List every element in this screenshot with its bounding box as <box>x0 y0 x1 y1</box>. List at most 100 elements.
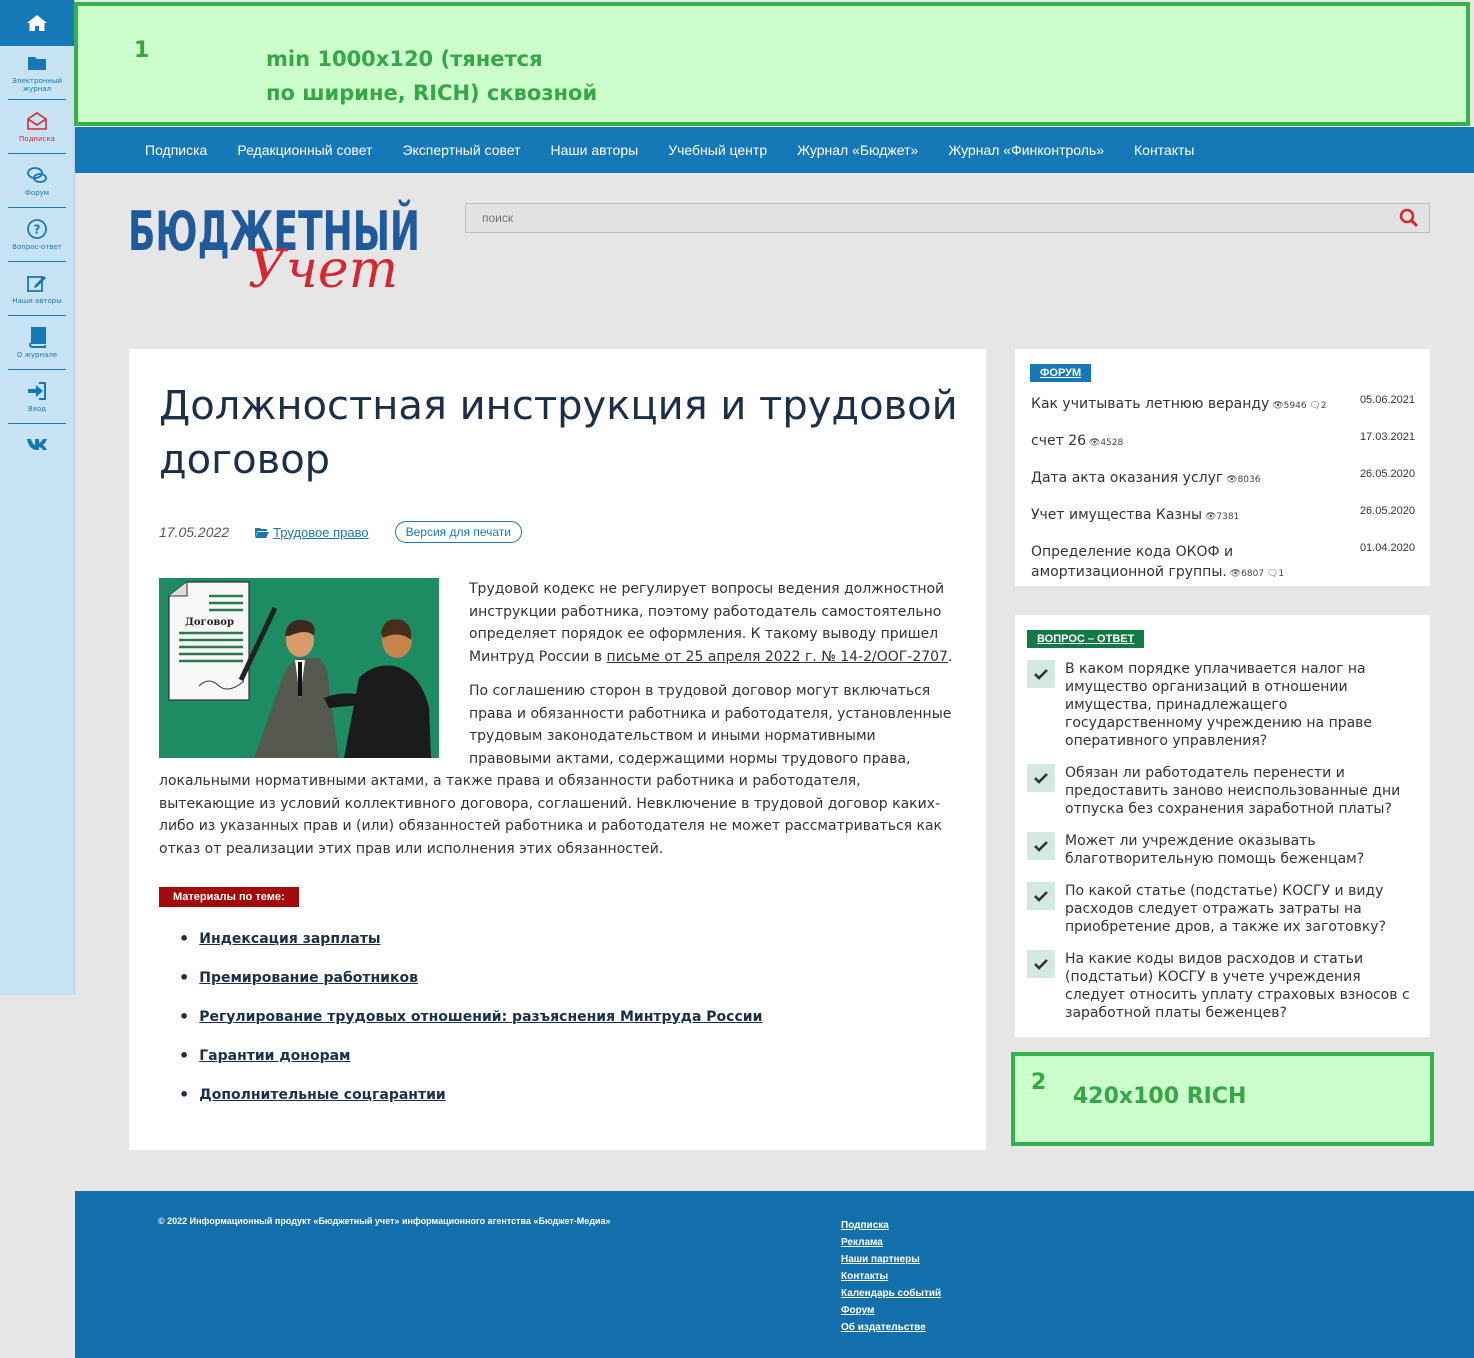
sidebar-item-subscription[interactable]: Подписка <box>8 100 66 154</box>
list-item: Наши партнеры <box>841 1251 941 1268</box>
list-item: Индексация зарплаты <box>179 929 762 948</box>
sidebar-item-login[interactable]: Вход <box>8 370 66 424</box>
footer-link[interactable]: Реклама <box>841 1237 883 1248</box>
sidebar-item-authors[interactable]: Наши авторы <box>8 262 66 316</box>
edit-icon <box>27 276 46 292</box>
eye-icon: 👁 <box>1088 438 1101 448</box>
nav-contacts[interactable]: Контакты <box>1134 142 1194 158</box>
forum-item[interactable]: Учет имущества Казны 👁7381 26.05.2020 <box>1031 505 1415 527</box>
related-link[interactable]: Индексация зарплаты <box>199 931 380 947</box>
related-link[interactable]: Дополнительные соцгарантии <box>199 1087 445 1103</box>
envelope-icon <box>27 112 47 130</box>
nav-journal-fincontrol[interactable]: Журнал «Финконтроль» <box>948 142 1104 158</box>
list-item: Контакты <box>841 1268 941 1285</box>
sidebar-item-forum[interactable]: Форум <box>8 154 66 208</box>
forum-title-text: Учет имущества Казны <box>1031 507 1203 523</box>
eye-icon: 👁 <box>1226 475 1238 485</box>
sidebar-item-qa[interactable]: ? Вопрос-ответ <box>8 208 66 262</box>
folder-open-icon <box>255 527 270 538</box>
view-count: 6807 <box>1241 569 1265 579</box>
home-icon <box>27 15 47 31</box>
side-ad-banner[interactable]: 2 420x100 RICH <box>1011 1052 1434 1146</box>
article-date: 17.05.2022 <box>159 524 230 540</box>
sidebar-item-label: О журнале <box>16 351 58 359</box>
qa-item[interactable]: На какие коды видов расходов и статьи (п… <box>1027 950 1415 1022</box>
vk-link[interactable] <box>8 424 66 464</box>
forum-widget: ФОРУМ Как учитывать летнюю веранду 👁5946… <box>1015 349 1430 586</box>
forum-item[interactable]: Дата акта оказания услуг 👁8036 26.05.2020 <box>1031 468 1415 490</box>
qa-item[interactable]: Обязан ли работодатель перенести и предо… <box>1027 764 1415 818</box>
nav-editorial-board[interactable]: Редакционный совет <box>237 142 372 158</box>
banner-text-line: по ширине, RICH) сквозной <box>266 81 598 105</box>
view-count: 5946 <box>1283 401 1307 411</box>
forum-item-date: 17.03.2021 <box>1359 431 1415 443</box>
search-icon <box>1399 208 1419 228</box>
list-item: Подписка <box>841 1217 941 1234</box>
related-link[interactable]: Регулирование трудовых отношений: разъяс… <box>199 1009 762 1025</box>
footer-link[interactable]: Календарь событий <box>841 1288 941 1299</box>
related-materials-label: Материалы по теме: <box>159 887 299 907</box>
related-materials-list: Индексация зарплаты Премирование работни… <box>179 929 762 1124</box>
home-button[interactable] <box>0 0 74 46</box>
forum-stats: 👁4528 <box>1086 438 1123 448</box>
site-logo[interactable]: БЮДЖЕТНЫЙ Учет <box>128 192 428 302</box>
folder-icon <box>28 57 46 70</box>
search-input[interactable] <box>466 211 1389 225</box>
login-icon <box>28 382 46 400</box>
check-icon <box>1027 764 1055 792</box>
qa-tag[interactable]: ВОПРОС – ОТВЕТ <box>1027 630 1145 648</box>
nav-journal-budget[interactable]: Журнал «Бюджет» <box>797 142 918 158</box>
footer-link[interactable]: Наши партнеры <box>841 1254 920 1265</box>
eye-icon: 👁 <box>1204 512 1217 522</box>
paragraph-text: . <box>947 648 953 665</box>
book-icon <box>29 327 46 348</box>
qa-item[interactable]: В каком порядке уплачивается налог на им… <box>1027 660 1415 750</box>
search-button[interactable] <box>1389 204 1429 232</box>
footer-link[interactable]: Об издательстве <box>841 1322 926 1333</box>
forum-tag[interactable]: ФОРУМ <box>1030 364 1092 382</box>
banner-number: 1 <box>134 38 150 63</box>
top-ad-banner[interactable]: 1 min 1000x120 (тянется по ширине, RICH)… <box>74 2 1470 126</box>
forum-item-title: счет 26 👁4528 <box>1031 431 1331 453</box>
nav-authors[interactable]: Наши авторы <box>551 142 639 158</box>
forum-item-date: 05.06.2021 <box>1359 394 1415 406</box>
nav-expert-board[interactable]: Экспертный совет <box>402 142 520 158</box>
related-link[interactable]: Гарантии донорам <box>199 1048 350 1064</box>
article: Должностная инструкция и трудовой догово… <box>129 349 986 1150</box>
list-item: Гарантии донорам <box>179 1046 762 1065</box>
logo-word-2: Учет <box>248 240 398 300</box>
forum-stats: 👁5946 🗨2 <box>1269 401 1326 411</box>
sidebar-item-label: Электронный журнал <box>12 77 62 93</box>
qa-question: На какие коды видов расходов и статьи (п… <box>1065 951 1410 1021</box>
nav-training-center[interactable]: Учебный центр <box>668 142 767 158</box>
list-item: Форум <box>841 1302 941 1319</box>
footer-link[interactable]: Подписка <box>841 1220 889 1231</box>
banner-number: 2 <box>1031 1070 1047 1095</box>
question-icon: ? <box>27 219 47 239</box>
comment-count: 2 <box>1320 401 1327 411</box>
check-icon <box>1027 832 1055 860</box>
qa-item[interactable]: Может ли учреждение оказывать благотвори… <box>1027 832 1415 868</box>
qa-question: По какой статье (подстатье) КОСГУ и виду… <box>1065 883 1387 935</box>
footer-link[interactable]: Контакты <box>841 1271 888 1282</box>
print-version-button[interactable]: Версия для печати <box>394 521 522 543</box>
forum-title-text: счет 26 <box>1031 433 1087 449</box>
footer: © 2022 Информационный продукт «Бюджетный… <box>75 1191 1474 1358</box>
footer-link[interactable]: Форум <box>841 1305 874 1316</box>
related-link[interactable]: Премирование работников <box>199 970 418 986</box>
check-icon <box>1027 950 1055 978</box>
forum-item[interactable]: Определение кода ОКОФ и амортизационной … <box>1031 542 1415 584</box>
comment-count: 1 <box>1278 569 1285 579</box>
sidebar-item-label: Подписка <box>19 135 55 143</box>
sidebar-item-journal[interactable]: Электронный журнал <box>8 46 66 100</box>
article-category-link[interactable]: Трудовое право <box>255 525 369 540</box>
letter-link[interactable]: письме от 25 апреля 2022 г. № 14-2/ООГ-2… <box>607 649 948 665</box>
forum-item-title: Учет имущества Казны 👁7381 <box>1031 505 1331 527</box>
search-bar <box>465 203 1430 233</box>
forum-item-title: Как учитывать летнюю веранду 👁5946 🗨2 <box>1031 394 1331 416</box>
qa-item[interactable]: По какой статье (подстатье) КОСГУ и виду… <box>1027 882 1415 936</box>
sidebar-item-about[interactable]: О журнале <box>8 316 66 370</box>
nav-subscription[interactable]: Подписка <box>145 142 207 158</box>
forum-item[interactable]: Как учитывать летнюю веранду 👁5946 🗨2 05.… <box>1031 394 1415 416</box>
forum-item[interactable]: счет 26 👁4528 17.03.2021 <box>1031 431 1415 453</box>
